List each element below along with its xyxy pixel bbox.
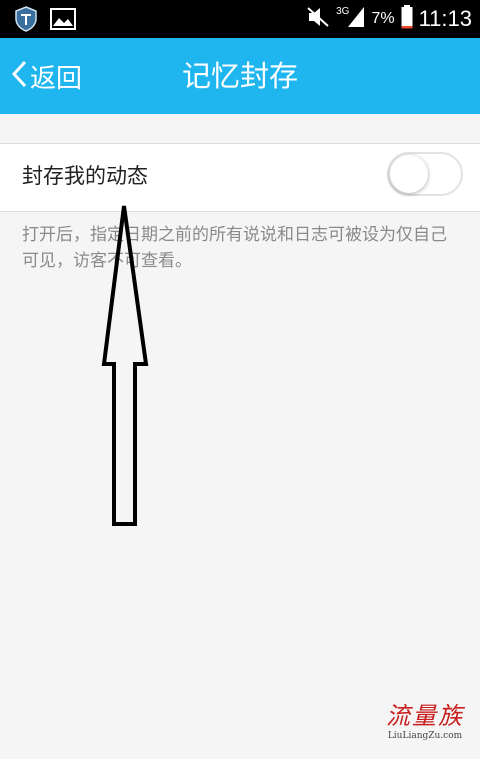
watermark-url: LiuLiangZu.com bbox=[387, 731, 463, 741]
annotation-arrow-icon bbox=[101, 205, 149, 526]
watermark: 流量族 LiuLiangZu.com bbox=[380, 696, 470, 741]
watermark-logo: 流量族 bbox=[386, 702, 464, 730]
